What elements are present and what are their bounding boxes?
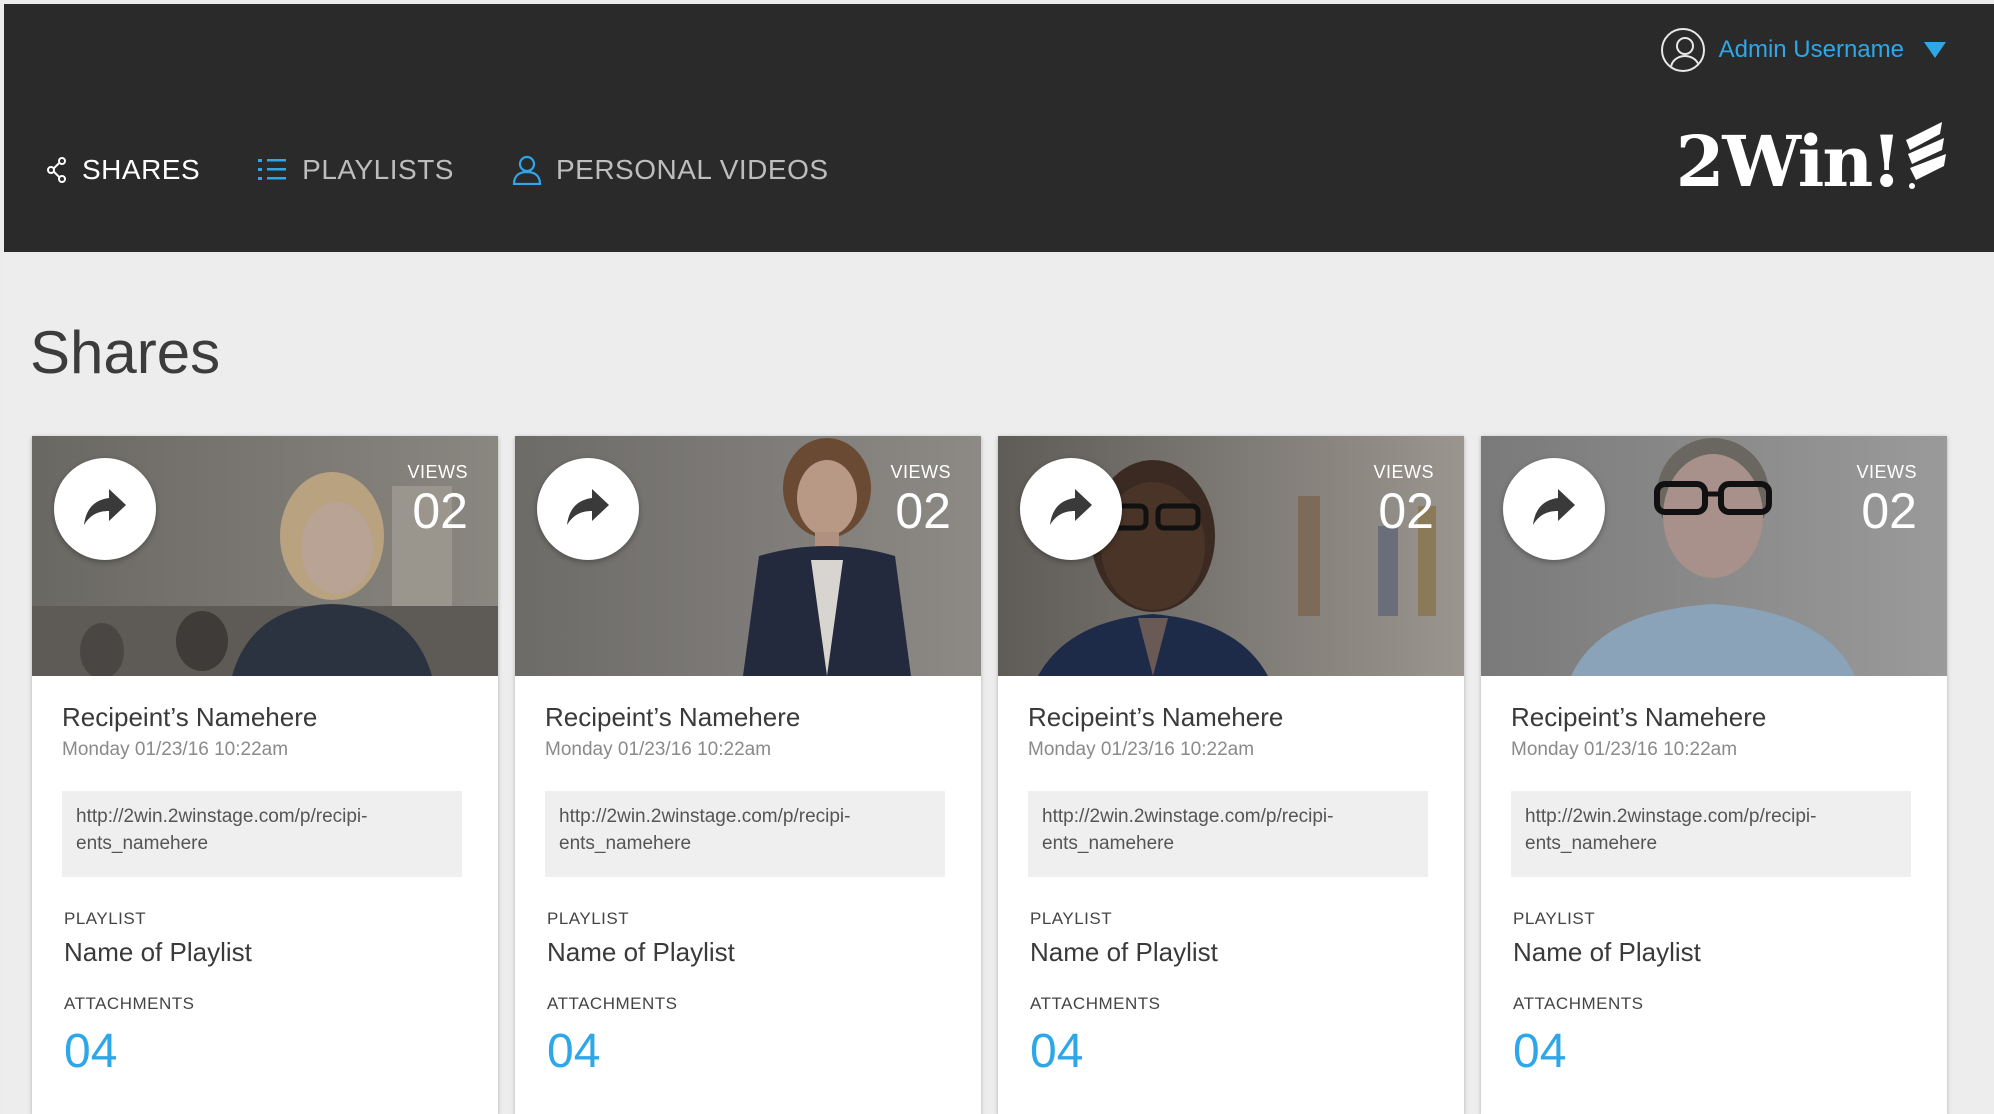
share-url-field[interactable]: http://2win.2winstage.com/p/recipi- ents… (62, 791, 462, 877)
share-timestamp: Monday 01/23/16 10:22am (1511, 739, 1738, 760)
user-menu[interactable]: Admin Username (1660, 28, 1946, 72)
nav-personal-videos-label: PERSONAL VIDEOS (555, 154, 829, 185)
share-card[interactable]: VIEWS 02 Recipeint’s Namehere Monday 01/… (998, 436, 1464, 1114)
card-body: Recipeint’s Namehere Monday 01/23/16 10:… (998, 676, 1464, 1079)
views-label: VIEWS (1856, 462, 1917, 482)
card-body: Recipeint’s Namehere Monday 01/23/16 10:… (1481, 676, 1947, 1079)
share-url-field[interactable]: http://2win.2winstage.com/p/recipi- ents… (545, 791, 945, 877)
playlist-name: Name of Playlist (1513, 937, 1701, 967)
chevron-down-icon (1924, 42, 1946, 58)
logo-text: 2Win! (1675, 120, 1902, 203)
attachments-label: ATTACHMENTS (64, 994, 195, 1013)
share-url-line: http://2win.2winstage.com/p/recipi- (1042, 806, 1334, 827)
views-label: VIEWS (1373, 462, 1434, 482)
main-nav: SHARES PLAYLISTS PERSONAL VIDEOS (46, 154, 887, 186)
playlist-label: PLAYLIST (547, 909, 630, 928)
attachments-label: ATTACHMENTS (1030, 994, 1161, 1013)
share-arrow-icon (1531, 487, 1577, 532)
nav-personal-videos[interactable]: PERSONAL VIDEOS (512, 154, 829, 186)
share-url-line: ents_namehere (559, 833, 692, 854)
card-body: Recipeint’s Namehere Monday 01/23/16 10:… (32, 676, 498, 1079)
share-url-field[interactable]: http://2win.2winstage.com/p/recipi- ents… (1028, 791, 1428, 877)
recipient-photo: VIEWS 02 (515, 436, 981, 676)
share-url-line: http://2win.2winstage.com/p/recipi- (1525, 806, 1817, 827)
share-url-line: http://2win.2winstage.com/p/recipi- (76, 806, 368, 827)
list-icon (258, 158, 288, 182)
person-icon (512, 155, 542, 185)
attachments-label: ATTACHMENTS (1513, 994, 1644, 1013)
nav-playlists-label: PLAYLISTS (302, 154, 454, 185)
views-counter: VIEWS 02 (1856, 462, 1917, 539)
views-label: VIEWS (407, 462, 468, 482)
attachments-count: 04 (1513, 1025, 1567, 1078)
share-timestamp: Monday 01/23/16 10:22am (62, 739, 289, 760)
playlist-label: PLAYLIST (1513, 909, 1596, 928)
recipient-name: Recipeint’s Namehere (1511, 702, 1767, 732)
recipient-photo: VIEWS 02 (998, 436, 1464, 676)
share-timestamp: Monday 01/23/16 10:22am (1028, 739, 1255, 760)
playlist-label: PLAYLIST (1030, 909, 1113, 928)
views-value: 02 (412, 483, 468, 539)
card-body: Recipeint’s Namehere Monday 01/23/16 10:… (515, 676, 981, 1079)
share-card[interactable]: VIEWS 02 Recipeint’s Namehere Monday 01/… (32, 436, 498, 1114)
views-counter: VIEWS 02 (890, 462, 951, 539)
share-button[interactable] (1020, 458, 1122, 560)
share-arrow-icon (565, 487, 611, 532)
page-title: Shares (30, 319, 221, 386)
share-arrow-icon (1048, 487, 1094, 532)
share-url-line: ents_namehere (76, 833, 209, 854)
share-cards: VIEWS 02 Recipeint’s Namehere Monday 01/… (32, 436, 1947, 1114)
views-value: 02 (1378, 483, 1434, 539)
share-arrow-icon (82, 487, 128, 532)
playlist-name: Name of Playlist (1030, 937, 1218, 967)
share-button[interactable] (54, 458, 156, 560)
share-timestamp: Monday 01/23/16 10:22am (545, 739, 772, 760)
recipient-name: Recipeint’s Namehere (545, 702, 801, 732)
share-button[interactable] (537, 458, 639, 560)
share-url-line: ents_namehere (1042, 833, 1175, 854)
username: Admin Username (1718, 36, 1904, 63)
user-icon (1660, 28, 1705, 72)
flag-icon (1900, 122, 1952, 201)
recipient-photo: VIEWS 02 (32, 436, 498, 676)
share-icon (46, 157, 68, 183)
views-counter: VIEWS 02 (407, 462, 468, 539)
nav-shares-label: SHARES (82, 154, 201, 185)
attachments-count: 04 (1030, 1025, 1084, 1078)
share-url-field[interactable]: http://2win.2winstage.com/p/recipi- ents… (1511, 791, 1911, 877)
top-bar: Admin Username SHARES PLAYLISTS PERSONAL… (4, 4, 1994, 252)
attachments-count: 04 (64, 1025, 118, 1078)
playlist-label: PLAYLIST (64, 909, 147, 928)
share-url-line: http://2win.2winstage.com/p/recipi- (559, 806, 851, 827)
share-card[interactable]: VIEWS 02 Recipeint’s Namehere Monday 01/… (1481, 436, 1947, 1114)
app-frame: Admin Username SHARES PLAYLISTS PERSONAL… (4, 4, 1994, 1114)
recipient-name: Recipeint’s Namehere (1028, 702, 1284, 732)
attachments-label: ATTACHMENTS (547, 994, 678, 1013)
views-value: 02 (1861, 483, 1917, 539)
share-button[interactable] (1503, 458, 1605, 560)
share-url-line: ents_namehere (1525, 833, 1658, 854)
views-counter: VIEWS 02 (1373, 462, 1434, 539)
recipient-name: Recipeint’s Namehere (62, 702, 318, 732)
nav-shares[interactable]: SHARES (46, 154, 200, 186)
nav-playlists[interactable]: PLAYLISTS (258, 154, 454, 186)
share-card[interactable]: VIEWS 02 Recipeint’s Namehere Monday 01/… (515, 436, 981, 1114)
views-label: VIEWS (890, 462, 951, 482)
brand-logo: 2Win! (1676, 122, 1952, 202)
recipient-photo: VIEWS 02 (1481, 436, 1947, 676)
attachments-count: 04 (547, 1025, 601, 1078)
views-value: 02 (895, 483, 951, 539)
playlist-name: Name of Playlist (64, 937, 252, 967)
playlist-name: Name of Playlist (547, 937, 735, 967)
